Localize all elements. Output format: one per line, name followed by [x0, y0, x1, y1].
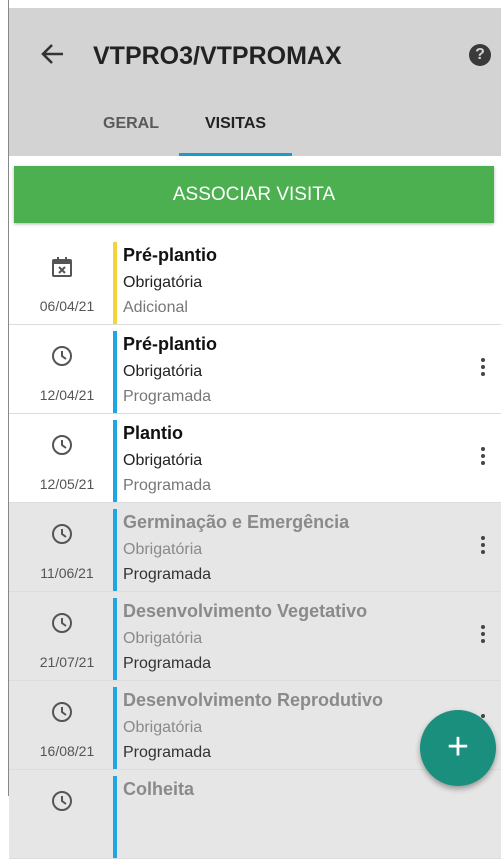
- visit-name: Desenvolvimento Vegetativo: [123, 601, 368, 621]
- visit-date: 06/04/21: [39, 298, 95, 314]
- page-title: VTPRO3/VTPROMAX: [93, 42, 342, 70]
- associate-visit-button[interactable]: ASSOCIAR VISITA: [14, 166, 494, 223]
- clock-icon: [51, 434, 73, 456]
- visit-status-stripe: [113, 242, 117, 324]
- visit-row[interactable]: Colheita: [9, 770, 501, 859]
- clock-icon: [51, 345, 73, 367]
- visit-date: 12/04/21: [39, 387, 95, 403]
- visit-status: Programada: [123, 477, 212, 494]
- visit-requirement: Obrigatória: [123, 452, 203, 469]
- visit-status-stripe: [113, 687, 117, 769]
- more-vert-icon[interactable]: [481, 625, 485, 646]
- clock-icon: [51, 612, 73, 634]
- visit-status: Programada: [123, 655, 212, 672]
- visit-status-stripe: [113, 420, 117, 502]
- visit-requirement: Obrigatória: [123, 541, 203, 558]
- visit-row[interactable]: 12/04/21 Pré-plantio Obrigatória Programada: [9, 325, 501, 414]
- visit-date: 11/06/21: [40, 565, 94, 581]
- visit-status: Programada: [123, 566, 212, 583]
- visit-requirement: Obrigatória: [123, 274, 203, 291]
- visit-status-stripe: [113, 776, 117, 858]
- visit-row[interactable]: 12/05/21 Plantio Obrigatória Programada: [9, 414, 501, 503]
- visit-status: Programada: [123, 388, 212, 405]
- clock-icon: [51, 790, 73, 812]
- active-tab-indicator: [179, 153, 292, 156]
- arrow-left-icon[interactable]: [39, 38, 71, 70]
- calendar-x-icon: [51, 256, 73, 278]
- visit-requirement: Obrigatória: [123, 363, 203, 380]
- visit-status-stripe: [113, 331, 117, 413]
- visit-name: Pré-plantio: [123, 334, 218, 354]
- visit-row[interactable]: 21/07/21 Desenvolvimento Vegetativo Obriga…: [9, 592, 501, 681]
- visit-requirement: Obrigatória: [123, 719, 203, 736]
- more-vert-icon[interactable]: [481, 358, 485, 379]
- visit-requirement: Obrigatória: [123, 630, 203, 647]
- visit-status-stripe: [113, 509, 117, 591]
- more-vert-icon[interactable]: [481, 447, 485, 468]
- visit-date: 21/07/21: [39, 654, 95, 670]
- add-visit-button[interactable]: +: [420, 710, 496, 786]
- tab-geral[interactable]: GERAL: [103, 115, 159, 133]
- visit-name: Germinação e Emergência: [123, 512, 350, 532]
- visit-status: Adicional: [123, 299, 188, 316]
- more-vert-icon[interactable]: [481, 536, 485, 557]
- visit-name: Colheita: [123, 779, 195, 799]
- visit-name: Desenvolvimento Reprodutivo: [123, 690, 384, 710]
- visit-date: 12/05/21: [39, 476, 95, 492]
- visit-date: 16/08/21: [39, 743, 95, 759]
- visit-name: Plantio: [123, 423, 184, 443]
- app-bar: VTPRO3/VTPROMAX ? GERAL VISITAS: [9, 8, 501, 156]
- clock-icon: [51, 523, 73, 545]
- help-icon[interactable]: ?: [469, 44, 491, 66]
- visit-row[interactable]: 06/04/21 Pré-plantio Obrigatória Adicional: [9, 236, 501, 325]
- visit-row[interactable]: 11/06/21 Germinação e Emergência Obrigatór…: [9, 503, 501, 592]
- visit-status-stripe: [113, 598, 117, 680]
- visit-name: Pré-plantio: [123, 245, 218, 265]
- visit-status: Programada: [123, 744, 212, 761]
- tab-visitas[interactable]: VISITAS: [205, 115, 266, 133]
- window-left-border: [8, 0, 9, 796]
- clock-icon: [51, 701, 73, 723]
